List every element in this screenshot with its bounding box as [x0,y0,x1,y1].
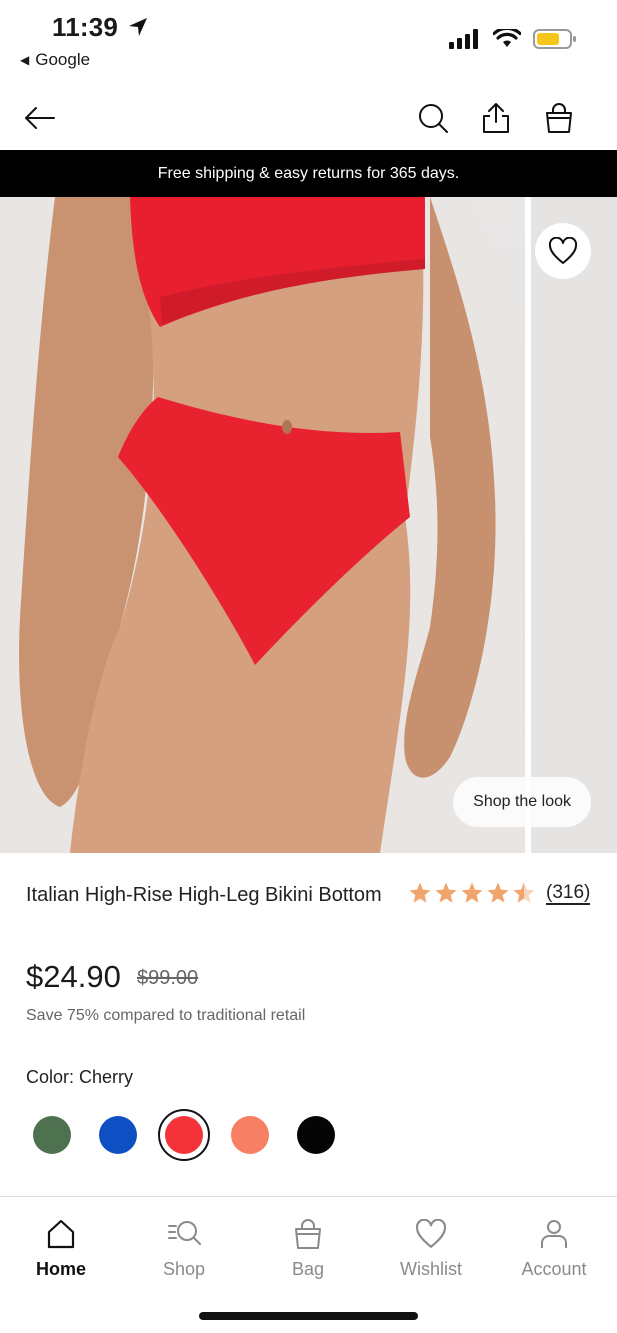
tab-account-label: Account [521,1259,587,1279]
star-full-icon [435,882,457,903]
sale-price: $24.90 [26,959,121,994]
savings-text: Save 75% compared to traditional retail [26,1007,306,1024]
shop-the-look-label: Shop the look [473,793,571,810]
swatch-black[interactable] [290,1109,342,1161]
next-product-photo-peek[interactable] [531,197,617,853]
heart-icon [376,1215,486,1253]
selected-color-name: Cherry [79,1067,134,1087]
wifi-icon [493,29,521,47]
swatch-coral[interactable] [224,1109,276,1161]
tab-shop[interactable]: Shop [129,1215,239,1280]
home-indicator[interactable] [199,1312,418,1320]
tab-home[interactable]: Home [6,1215,116,1280]
product-image-gallery[interactable]: Shop the look [0,197,617,853]
review-count: (316) [546,882,591,905]
swatch-cherry-chip [165,1116,203,1154]
back-to-app-link[interactable]: ◀ Google [20,50,90,70]
review-count-link[interactable]: (316) [546,882,591,905]
back-triangle-icon: ◀ [20,53,30,67]
back-app-label: Google [35,50,91,69]
home-icon [6,1215,116,1253]
tab-wishlist[interactable]: Wishlist [376,1215,486,1280]
shop-search-icon [129,1215,239,1253]
tab-bag[interactable]: Bag [253,1215,363,1280]
star-full-icon [409,882,431,903]
arrow-left-icon [25,107,55,129]
bag-button[interactable] [539,98,579,138]
swatch-blue[interactable] [92,1109,144,1161]
swatch-green[interactable] [26,1109,78,1161]
cellular-signal-icon [449,29,478,49]
bag-icon [253,1215,363,1253]
status-time: 11:39 [52,12,119,42]
swatch-blue-chip [99,1116,137,1154]
swatch-coral-chip [231,1116,269,1154]
color-swatches [26,1109,356,1161]
original-price: $99.00 [137,967,199,989]
product-rating[interactable]: (316) [408,881,591,905]
star-half-icon [513,882,535,903]
top-toolbar [0,90,617,146]
color-label: Color: [26,1067,75,1087]
heart-icon [548,237,578,264]
tab-bag-label: Bag [291,1259,325,1279]
shop-the-look-button[interactable]: Shop the look [453,777,591,827]
tab-shop-label: Shop [162,1259,206,1279]
rating-stars [408,881,536,905]
back-button[interactable] [20,98,60,138]
wishlist-toggle-button[interactable] [535,223,591,279]
product-photo[interactable] [0,197,525,853]
tab-wishlist-label: Wishlist [400,1259,462,1279]
location-arrow-icon [129,18,147,36]
tab-home-label: Home [35,1259,86,1279]
battery-icon [533,29,576,49]
product-title: Italian High-Rise High-Leg Bikini Bottom [26,884,382,906]
swatch-black-chip [297,1116,335,1154]
share-button[interactable] [476,98,516,138]
account-icon [499,1215,609,1253]
star-full-icon [487,882,509,903]
status-bar: 11:39 ◀ Google [0,0,617,80]
shopping-bag-icon [546,103,572,133]
product-photo-illustration [0,197,525,853]
promo-banner-text: Free shipping & easy returns for 365 day… [157,164,460,182]
swatch-cherry[interactable] [158,1109,210,1161]
star-full-icon [461,882,483,903]
promo-banner[interactable]: Free shipping & easy returns for 365 day… [0,150,617,197]
status-indicators [449,28,577,50]
swatch-green-chip [33,1116,71,1154]
search-button[interactable] [413,98,453,138]
color-selector-label: Color: Cherry [26,1067,133,1088]
share-icon [483,103,509,133]
tab-account[interactable]: Account [499,1215,609,1280]
search-icon [419,104,448,133]
